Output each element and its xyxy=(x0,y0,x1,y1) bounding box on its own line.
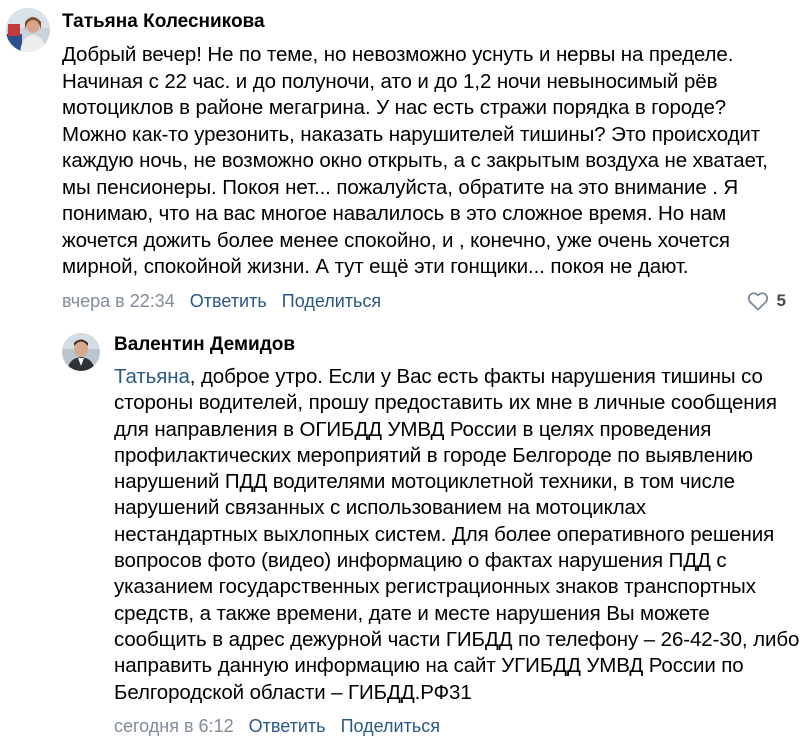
comment-text-line: сообщить в адрес дежурной части ГИБДД по… xyxy=(114,627,800,651)
comment-text-line: нарушений связанных с использованием на … xyxy=(114,496,647,520)
comment-text-line: Добрый вечер! Не по теме, но невозможно … xyxy=(62,43,734,66)
reply-button[interactable]: Ответить xyxy=(190,291,267,311)
comment-text-line: нестандартных выхлопных систем. Для боле… xyxy=(114,522,775,546)
comment-timestamp[interactable]: вчера в 22:34 xyxy=(62,291,175,311)
mention-link[interactable]: Татьяна xyxy=(114,365,190,388)
comment-text-line: для направления в ОГИБДД УМВД России в ц… xyxy=(114,417,712,441)
comment-text-line: каждую ночь, не возможно окно открыть, а… xyxy=(62,149,768,172)
share-button[interactable]: Поделиться xyxy=(341,716,440,736)
comment-text-line: понимаю, что на вас многое навалилось в … xyxy=(62,202,727,225)
comment-text-line: Начиная с 22 час. и до полуночи, ато и д… xyxy=(62,69,718,93)
avatar[interactable] xyxy=(6,8,50,52)
comment-text-line: вопросов фото (видео) информацию о факта… xyxy=(114,549,727,573)
comment-timestamp[interactable]: сегодня в 6:12 xyxy=(114,716,234,736)
like-count: 5 xyxy=(776,290,786,310)
comment-text-line: Белгородской области – ГИБДД.РФ31 xyxy=(114,680,472,704)
comment-text-line: Можно как-то урезонить, наказать нарушит… xyxy=(62,122,761,146)
comment-meta: вчера в 22:34 Ответить Поделиться 5 xyxy=(62,288,796,314)
avatar[interactable] xyxy=(62,333,100,371)
reply-button[interactable]: Ответить xyxy=(249,716,326,736)
comment-text-line: нарушений ПДД водителями мотоциклетной т… xyxy=(114,470,735,494)
comment-text-line: Татьяна, доброе утро. Если у Вас есть фа… xyxy=(114,364,796,390)
comment-author[interactable]: Валентин Демидов xyxy=(114,333,796,357)
like-button[interactable]: 5 xyxy=(747,288,786,314)
share-button[interactable]: Поделиться xyxy=(282,291,381,311)
comment-text-line: мотоциклов в районе мегагрина. У нас ест… xyxy=(62,96,727,119)
comment-text-line: жочется дожить более менее спокойно, и ,… xyxy=(62,228,730,252)
comment-text: Татьяна, доброе утро. Если у Вас есть фа… xyxy=(114,364,800,706)
comment-text-line: мы пенсионеры. Покоя нет... пожалуйста, … xyxy=(62,175,739,199)
comment-text-line: средств, а также времени, дате и месте н… xyxy=(114,601,710,625)
comment-text-line: направить данную информацию на сайт УГИБ… xyxy=(114,654,744,678)
comment-text-line: указанием государственных регистрационны… xyxy=(114,575,756,599)
comment-text-line: профилактических мероприятий в городе Бе… xyxy=(114,443,753,467)
heart-outline-icon xyxy=(747,291,769,311)
comment-text: Добрый вечер! Не по теме, но невозможно … xyxy=(62,42,796,281)
comment-author[interactable]: Татьяна Колесникова xyxy=(62,10,796,34)
comment-text-line: мирной, спокойной жизни. А тут ещё эти г… xyxy=(62,255,689,278)
comment-meta: сегодня в 6:12 Ответить Поделиться xyxy=(114,713,796,739)
comment-text-fragment: , доброе утро. Если у Вас есть факты нар… xyxy=(189,365,763,388)
comment-text-line: стороны водителей, прошу предоставить их… xyxy=(114,391,777,415)
